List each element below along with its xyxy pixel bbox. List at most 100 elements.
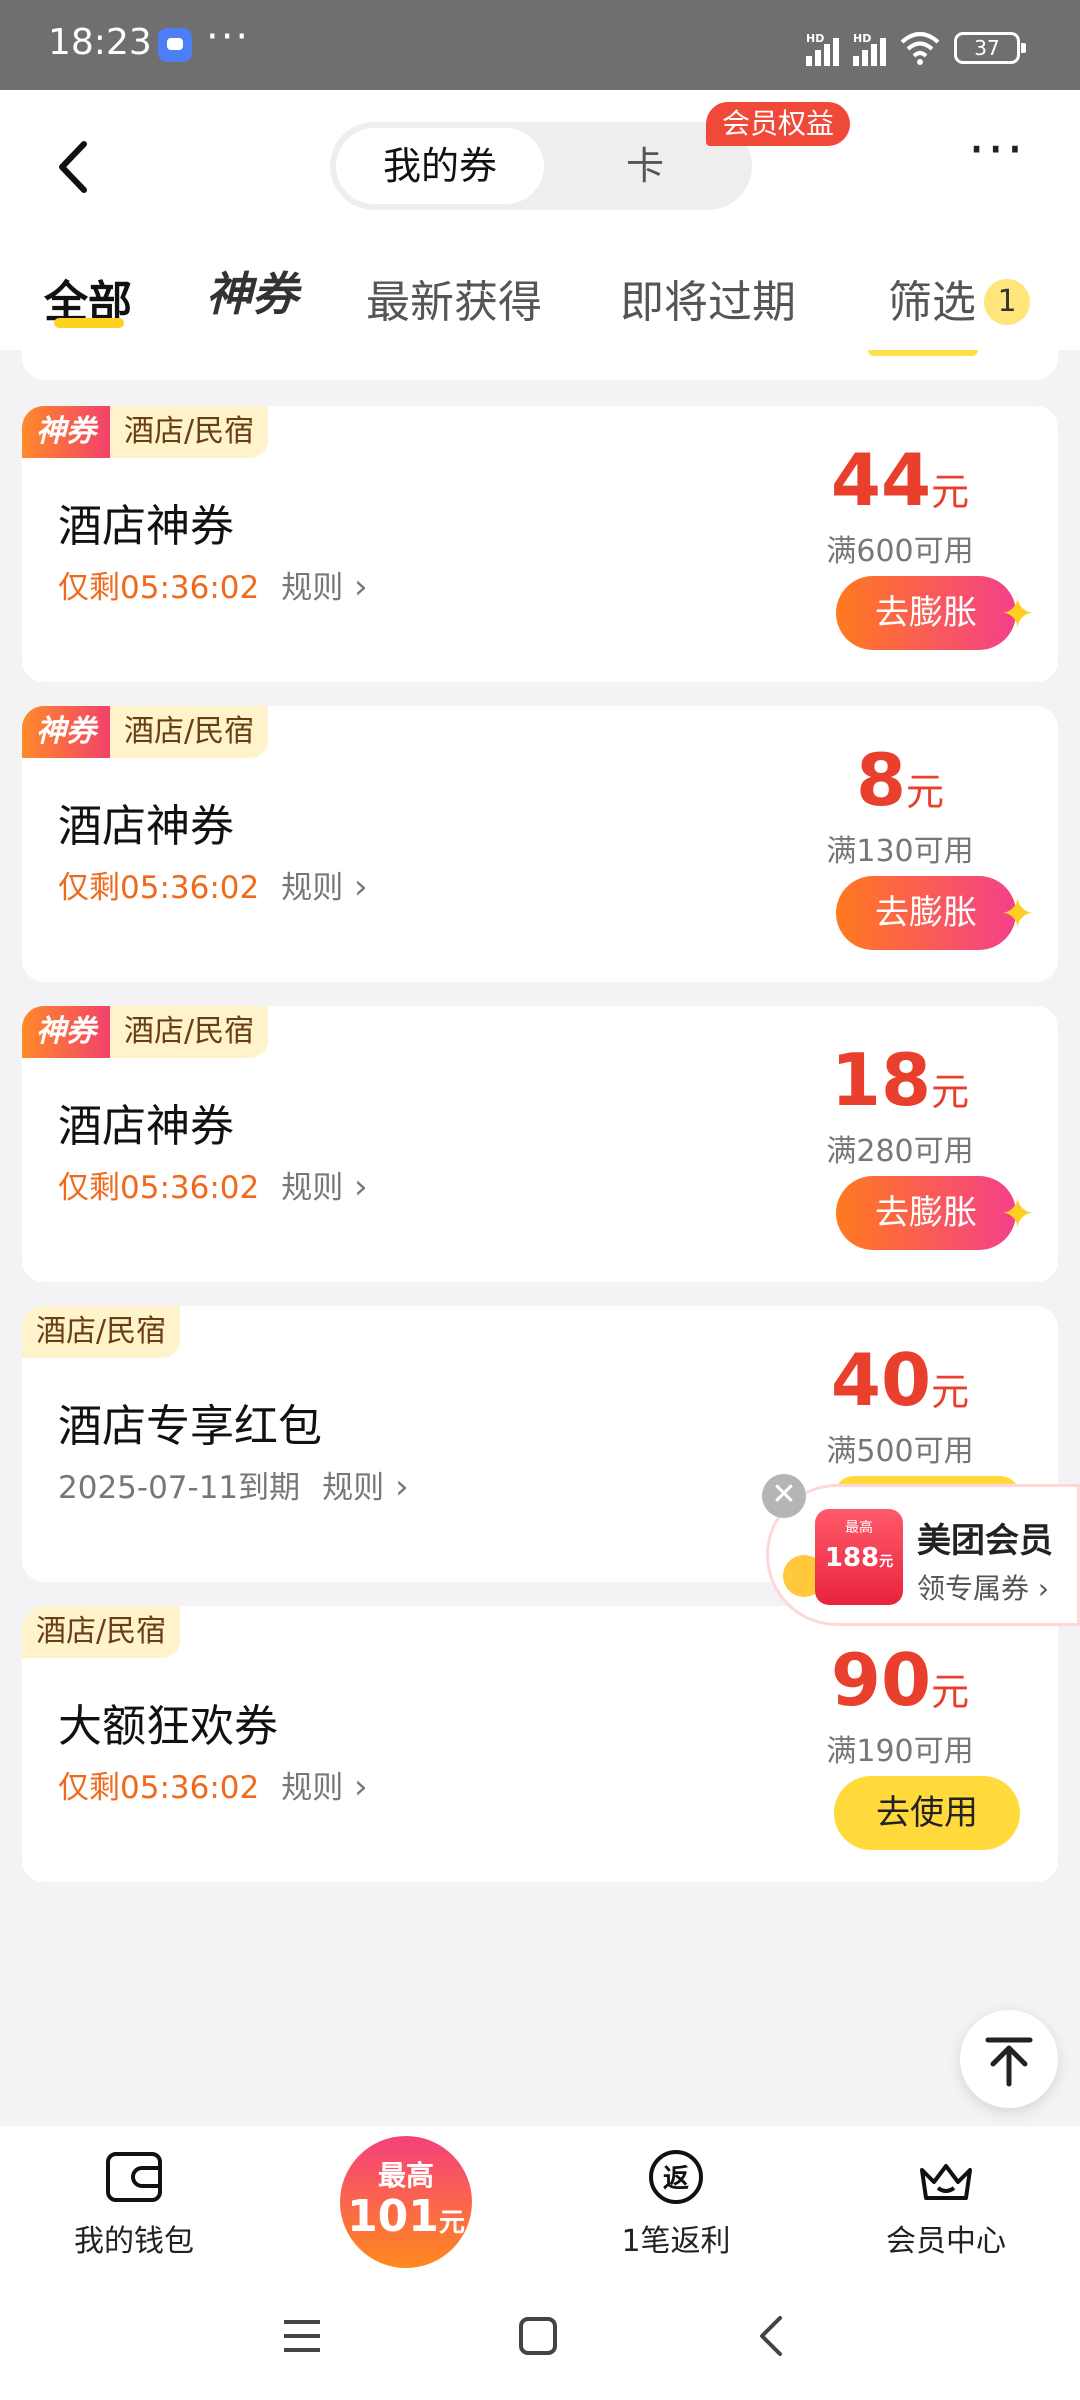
- back-button[interactable]: [44, 132, 104, 202]
- rebate-icon: 返: [649, 2150, 703, 2204]
- coupon-condition: 满130可用: [826, 834, 974, 869]
- signal-icon-2: HD: [853, 32, 886, 66]
- coupon-amount: 90元: [780, 1638, 1020, 1722]
- amount-unit: 元: [931, 1070, 970, 1114]
- crown-basket-icon: [920, 2164, 972, 2200]
- segment-my-coupons[interactable]: 我的券: [336, 128, 544, 204]
- promo-title: 美团会员: [917, 1521, 1053, 1561]
- tab-latest[interactable]: 最新获得: [366, 266, 542, 330]
- art-top-label: 最高: [845, 1520, 873, 1536]
- coupon-title: 大额狂欢券: [58, 1701, 278, 1752]
- promo-top-label: 最高: [377, 2159, 434, 2192]
- header: 我的券 卡 会员权益 ··· 全部 最新获得 即将过期 筛选 1 神券: [0, 90, 1080, 350]
- amount-unit: 元: [931, 1370, 970, 1414]
- status-time: 18:23: [48, 22, 152, 63]
- close-icon[interactable]: ✕: [762, 1474, 806, 1518]
- amount-unit: 元: [931, 1670, 970, 1714]
- category-tag: 酒店/民宿: [110, 1006, 269, 1058]
- countdown-text: 仅剩05:36:02: [58, 1770, 260, 1806]
- tab-filter[interactable]: 筛选 1: [888, 266, 1030, 330]
- use-button[interactable]: 去使用: [834, 1776, 1020, 1850]
- member-benefits-badge[interactable]: 会员权益: [706, 102, 851, 146]
- status-bar: 18:23 ··· HD HD 37: [0, 0, 1080, 90]
- arrow-up-icon: [985, 2037, 1033, 2087]
- promo-subtitle[interactable]: 领专属券 ›: [917, 1567, 1049, 1607]
- coupon-card[interactable]: 神券酒店/民宿 酒店神券 仅剩05:36:02 规则 44元 满600可用 去膨胀…: [22, 406, 1058, 682]
- rule-link[interactable]: 规则: [281, 1170, 367, 1206]
- segment-control: 我的券 卡: [330, 122, 752, 210]
- coupon-amount: 18元: [780, 1038, 1020, 1122]
- art-unit: 元: [879, 1554, 894, 1570]
- category-tag: 酒店/民宿: [22, 1606, 181, 1658]
- sparkle-icon: ✦: [1000, 589, 1036, 638]
- countdown-text: 仅剩05:36:02: [58, 570, 260, 606]
- svg-text:返: 返: [663, 2164, 689, 2194]
- nav-wallet[interactable]: 我的钱包: [24, 2148, 244, 2260]
- system-back-icon[interactable]: [750, 2314, 794, 2358]
- sparkle-icon: ✦: [1000, 1189, 1036, 1238]
- coupon-art-icon: 最高 188元: [815, 1509, 903, 1605]
- rule-link[interactable]: 规则: [322, 1470, 408, 1506]
- nav-rebate-label: 1笔返利: [621, 2224, 731, 2259]
- coupon-card[interactable]: 神券酒店/民宿 酒店神券 仅剩05:36:02 规则 18元 满280可用 去膨胀…: [22, 1006, 1058, 1282]
- wifi-icon: [900, 30, 940, 66]
- tab-shen[interactable]: 神券: [206, 258, 298, 324]
- rule-link[interactable]: 规则: [281, 870, 367, 906]
- scroll-to-top-button[interactable]: [960, 2010, 1058, 2108]
- coupon-condition: 满500可用: [826, 1434, 974, 1469]
- promo-amount: 101: [347, 2191, 439, 2242]
- coupon-condition: 满280可用: [826, 1134, 974, 1169]
- expiry-text: 2025-07-11到期: [58, 1470, 301, 1506]
- active-tab-indicator: [54, 318, 124, 328]
- more-notifications-icon: ···: [206, 14, 251, 60]
- menu-icon[interactable]: [280, 2314, 324, 2358]
- shen-tag: 神券: [22, 706, 110, 758]
- coupon-card[interactable]: 神券酒店/民宿 酒店神券 仅剩05:36:02规则 8元 满130可用 去膨胀 …: [22, 706, 1058, 982]
- coupon-card[interactable]: 酒店/民宿 大额狂欢券 仅剩05:36:02 规则 90元 满190可用 去使用: [22, 1606, 1058, 1882]
- member-promo-float[interactable]: 最高 188元 美团会员 领专属券 ›: [766, 1484, 1080, 1626]
- coupon-title: 酒店神券: [58, 801, 234, 852]
- tab-expiring[interactable]: 即将过期: [620, 266, 796, 330]
- rule-link[interactable]: 规则: [281, 1770, 367, 1806]
- expand-button[interactable]: 去膨胀: [836, 576, 1016, 650]
- rule-link[interactable]: 规则: [281, 570, 367, 606]
- wallet-icon: [106, 2152, 162, 2202]
- more-options-icon[interactable]: ···: [968, 123, 1028, 180]
- category-tag: 酒店/民宿: [110, 706, 269, 758]
- tab-bar: 全部 最新获得 即将过期 筛选 1: [0, 250, 1080, 350]
- category-tag: 酒店/民宿: [110, 406, 269, 458]
- coupon-title: 酒店神券: [58, 1101, 234, 1152]
- nav-wallet-label: 我的钱包: [74, 2224, 194, 2259]
- signal-icon: HD: [806, 32, 839, 66]
- coupon-amount: 40元: [780, 1338, 1020, 1422]
- home-icon[interactable]: [516, 2314, 560, 2358]
- nav-rebate[interactable]: 返 1笔返利: [566, 2148, 786, 2260]
- coupon-condition: 满190可用: [826, 1734, 974, 1769]
- promo-unit: 元: [438, 2208, 465, 2238]
- coupon-amount: 44元: [780, 438, 1020, 522]
- shen-tag: 神券: [22, 406, 110, 458]
- battery-icon: 37: [954, 32, 1026, 64]
- nav-member-label: 会员中心: [886, 2224, 1006, 2259]
- countdown-text: 仅剩05:36:02: [58, 1170, 260, 1206]
- amount-value: 40: [830, 1338, 932, 1422]
- expand-button[interactable]: 去膨胀: [836, 1176, 1016, 1250]
- amount-value: 90: [830, 1638, 932, 1722]
- filter-count-badge: 1: [984, 279, 1030, 325]
- sparkle-icon: ✦: [1000, 889, 1036, 938]
- promo-circle-button[interactable]: 最高 101元: [340, 2136, 472, 2268]
- shen-tag: 神券: [22, 1006, 110, 1058]
- coupon-amount: 8元: [780, 738, 1020, 822]
- hd-label: HD: [806, 32, 825, 45]
- expand-button[interactable]: 去膨胀: [836, 876, 1016, 950]
- hd-label-2: HD: [853, 32, 872, 45]
- bottom-nav: 我的钱包 最高 101元 返 1笔返利 会员中心: [0, 2126, 1080, 2280]
- coupon-title: 酒店神券: [58, 501, 234, 552]
- system-nav-bar: [0, 2280, 1080, 2400]
- back-arrow-icon: [59, 141, 87, 193]
- filter-label: 筛选: [888, 277, 976, 328]
- amount-unit: 元: [906, 770, 945, 814]
- coupon-card-partial: [22, 350, 1058, 380]
- nav-member-center[interactable]: 会员中心: [836, 2148, 1056, 2260]
- countdown-text: 仅剩05:36:02: [58, 870, 260, 906]
